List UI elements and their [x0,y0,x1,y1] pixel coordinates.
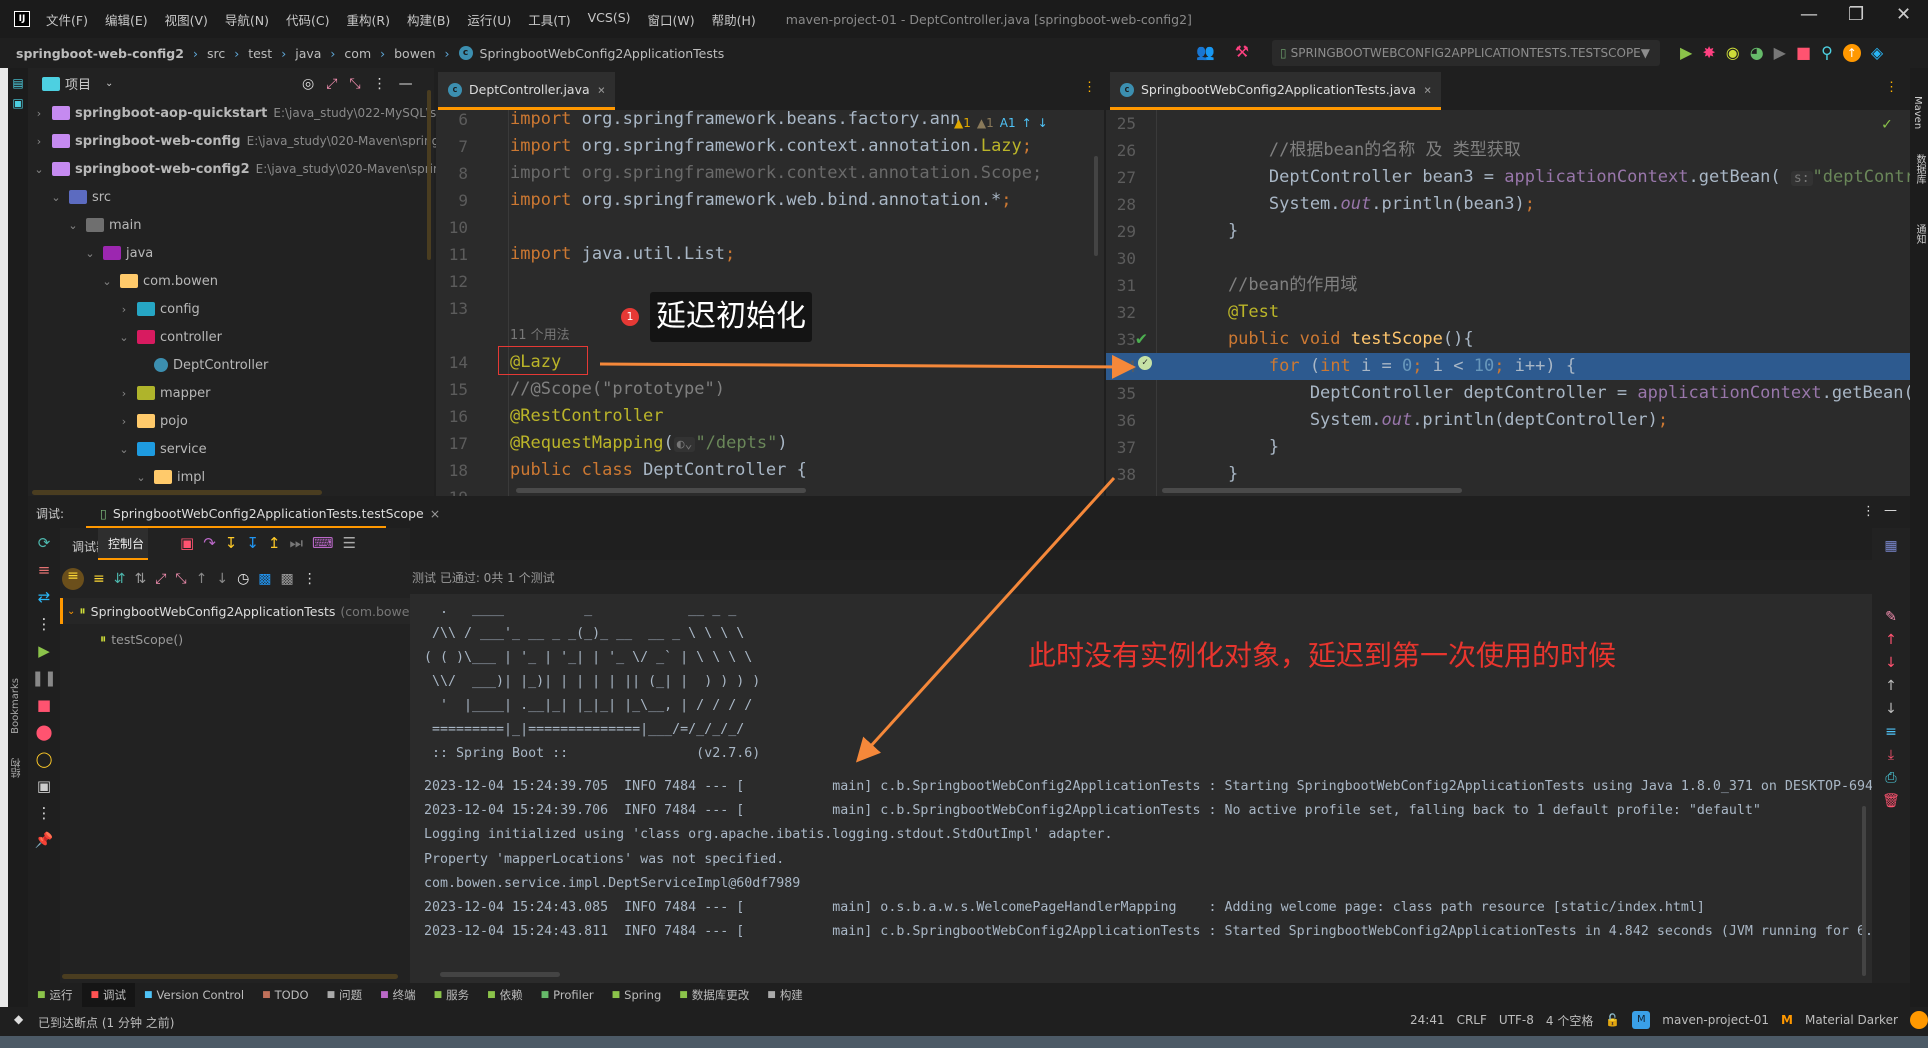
arrow-to-breakpoint [599,354,1136,379]
annotation-arrows [599,354,1136,763]
arrow-to-console [855,476,1116,763]
